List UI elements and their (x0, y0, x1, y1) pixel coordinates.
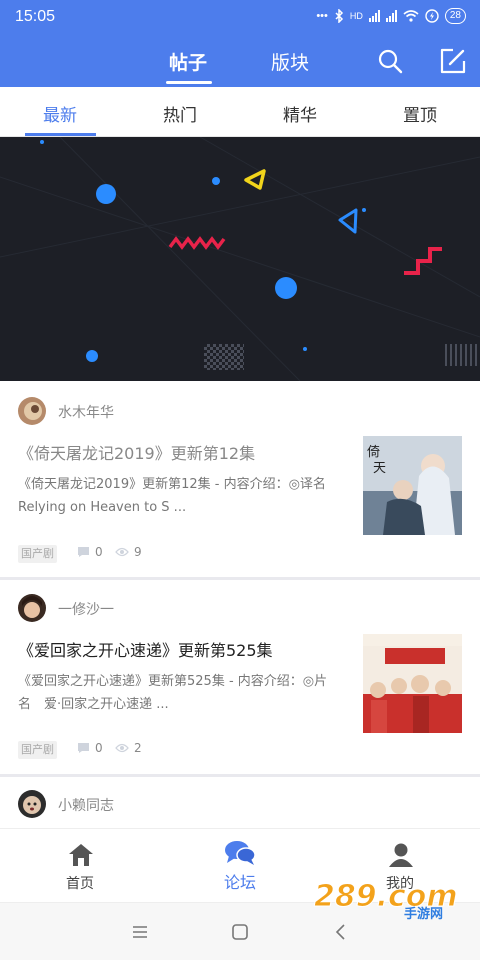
battery-icon: 28 (444, 8, 466, 24)
charging-icon (425, 9, 439, 23)
network-type: HD (349, 11, 363, 21)
post-author[interactable]: 小赖同志 (58, 795, 114, 815)
view-count-value: 2 (134, 741, 142, 755)
post-card[interactable]: 小赖同志 (0, 777, 480, 828)
banner-graphic (0, 137, 480, 381)
watermark-logo: 289.com 手游网 (314, 879, 459, 921)
bluetooth-icon (335, 9, 343, 23)
back-icon[interactable] (330, 921, 352, 943)
subtab-latest[interactable]: 最新 (0, 101, 120, 126)
signal-2-icon (385, 10, 397, 22)
comment-icon (78, 547, 89, 557)
tab-sections[interactable]: 版块 (271, 48, 309, 75)
comment-count: 0 (77, 545, 103, 559)
nav-forum[interactable]: 论坛 (160, 829, 320, 903)
eye-icon (115, 743, 129, 753)
avatar[interactable] (18, 790, 46, 818)
post-tag[interactable]: 国产剧 (18, 545, 57, 563)
subtab-featured[interactable]: 精华 (240, 101, 360, 126)
search-icon[interactable] (376, 47, 404, 75)
post-author[interactable]: 一修沙一 (58, 599, 114, 619)
home-icon (69, 844, 93, 866)
eye-icon (115, 547, 129, 557)
view-count: 9 (115, 545, 142, 559)
signal-icon (368, 10, 380, 22)
status-icons: ••• HD 28 (316, 8, 466, 24)
compose-icon[interactable] (439, 47, 467, 75)
avatar[interactable] (18, 397, 46, 425)
status-bar: 15:05 ••• HD 28 (0, 0, 480, 36)
post-card[interactable]: 水木年华 《倚天屠龙记2019》更新第12集 《倚天屠龙记2019》更新第12集… (0, 381, 480, 578)
home-button-icon[interactable] (229, 921, 251, 943)
comment-icon (78, 743, 89, 753)
subtab-pinned[interactable]: 置顶 (360, 101, 480, 126)
nav-home-label: 首页 (66, 876, 94, 892)
forum-icon (225, 841, 256, 865)
sub-tabs: 最新 热门 精华 置顶 (0, 87, 480, 137)
post-title[interactable]: 《爱回家之开心速递》更新第525集 (18, 637, 348, 661)
banner-image[interactable] (0, 137, 480, 381)
wifi-icon (403, 10, 419, 22)
post-excerpt: 《爱回家之开心速递》更新第525集 - 内容介绍：◎片 名 爱·回家之开心速递 … (18, 674, 354, 712)
svg-text:倚: 倚 (367, 445, 380, 460)
more-dots-icon: ••• (316, 10, 328, 22)
menu-icon[interactable] (129, 921, 151, 943)
tab-posts[interactable]: 帖子 (169, 48, 207, 75)
post-tag[interactable]: 国产剧 (18, 741, 57, 759)
watermark-sub: 手游网 (404, 906, 443, 920)
avatar[interactable] (18, 594, 46, 622)
header: 帖子 版块 (0, 36, 480, 87)
comment-count: 0 (77, 741, 103, 755)
svg-text:天: 天 (373, 461, 386, 476)
post-author[interactable]: 水木年华 (58, 402, 114, 422)
nav-home[interactable]: 首页 (0, 829, 160, 903)
post-title[interactable]: 《倚天屠龙记2019》更新第12集 (18, 440, 348, 464)
tab-posts-indicator (166, 81, 212, 84)
comment-count-value: 0 (95, 545, 103, 559)
subtab-indicator (25, 133, 96, 136)
post-thumbnail[interactable]: 倚 天 (363, 436, 462, 535)
status-time: 15:05 (15, 8, 56, 25)
view-count: 2 (115, 741, 142, 755)
post-thumbnail[interactable] (363, 634, 462, 733)
comment-count-value: 0 (95, 741, 103, 755)
view-count-value: 9 (134, 545, 142, 559)
nav-forum-label: 论坛 (223, 873, 256, 892)
subtab-hot[interactable]: 热门 (120, 101, 240, 126)
post-excerpt: 《倚天屠龙记2019》更新第12集 - 内容介绍：◎译名 Relying on … (18, 477, 339, 515)
post-card[interactable]: 一修沙一 《爱回家之开心速递》更新第525集 《爱回家之开心速递》更新第525集… (0, 580, 480, 775)
profile-icon (389, 843, 413, 867)
